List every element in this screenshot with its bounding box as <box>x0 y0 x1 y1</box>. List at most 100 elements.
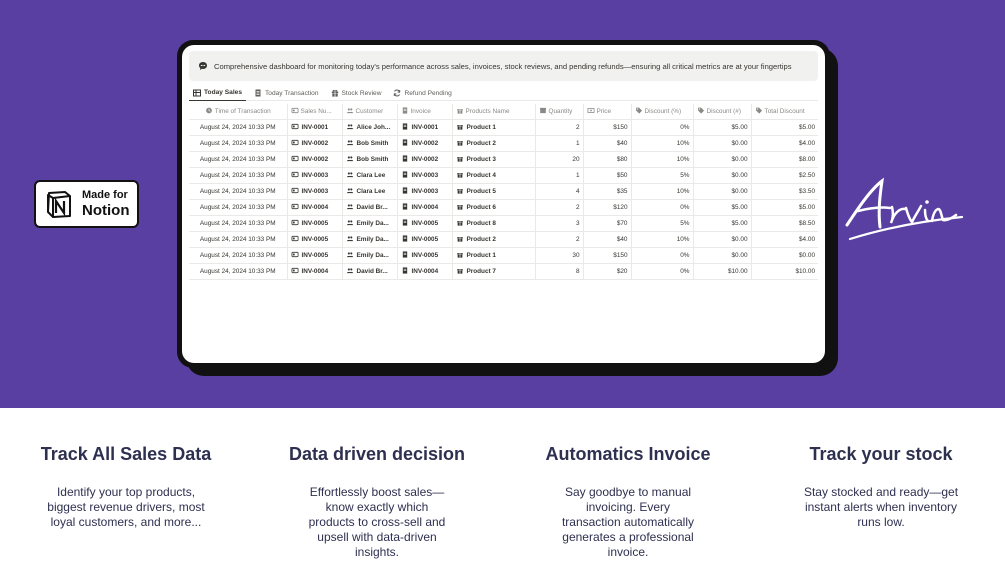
cell-total-discount[interactable]: $2.50 <box>751 167 818 184</box>
cell-product[interactable]: Product 4 <box>452 167 536 184</box>
cell-sales-number[interactable]: INV-0005 <box>287 247 343 264</box>
cell-quantity[interactable]: 2 <box>535 119 584 136</box>
cell-invoice[interactable]: INV-0004 <box>397 199 453 216</box>
cell-invoice[interactable]: INV-0001 <box>397 119 453 136</box>
cell-sales-number[interactable]: INV-0003 <box>287 167 343 184</box>
cell-price[interactable]: $80 <box>583 151 632 168</box>
cell-discount-amount[interactable]: $0.00 <box>693 231 752 248</box>
cell-customer[interactable]: Bob Smith <box>342 151 398 168</box>
tab-today-transaction[interactable]: Today Transaction <box>250 85 323 101</box>
cell-price[interactable]: $35 <box>583 183 632 200</box>
cell-discount-percent[interactable]: 0% <box>631 247 694 264</box>
cell-invoice[interactable]: INV-0003 <box>397 183 453 200</box>
cell-discount-percent[interactable]: 10% <box>631 183 694 200</box>
cell-total-discount[interactable]: $5.00 <box>751 199 818 216</box>
cell-sales-number[interactable]: INV-0005 <box>287 231 343 248</box>
cell-time[interactable]: August 24, 2024 10:33 PM <box>189 231 288 248</box>
cell-quantity[interactable]: 30 <box>535 247 584 264</box>
cell-total-discount[interactable]: $5.00 <box>751 119 818 136</box>
cell-customer[interactable]: David Br... <box>342 199 398 216</box>
table-row[interactable]: August 24, 2024 10:33 PM INV-0002 Bob Smit… <box>189 135 818 152</box>
cell-time[interactable]: August 24, 2024 10:33 PM <box>189 247 288 264</box>
cell-customer[interactable]: Bob Smith <box>342 135 398 152</box>
col-quantity-header[interactable]: Quantity <box>535 104 584 120</box>
cell-sales-number[interactable]: INV-0001 <box>287 119 343 136</box>
col-products-header[interactable]: Products Name <box>452 104 536 120</box>
cell-discount-amount[interactable]: $10.00 <box>693 263 752 280</box>
col-discount-amount-header[interactable]: Discount (#) <box>693 104 752 120</box>
col-invoice-header[interactable]: Invoice <box>397 104 453 120</box>
col-price-header[interactable]: Price <box>583 104 632 120</box>
cell-total-discount[interactable]: $0.00 <box>751 247 818 264</box>
cell-total-discount[interactable]: $8.50 <box>751 215 818 232</box>
cell-time[interactable]: August 24, 2024 10:33 PM <box>189 263 288 280</box>
table-row[interactable]: August 24, 2024 10:33 PM INV-0004 David Br… <box>189 199 818 216</box>
cell-quantity[interactable]: 2 <box>535 199 584 216</box>
cell-discount-percent[interactable]: 5% <box>631 167 694 184</box>
cell-customer[interactable]: Clara Lee <box>342 167 398 184</box>
cell-customer[interactable]: Emily Da... <box>342 231 398 248</box>
cell-product[interactable]: Product 8 <box>452 215 536 232</box>
cell-customer[interactable]: Clara Lee <box>342 183 398 200</box>
cell-discount-percent[interactable]: 0% <box>631 263 694 280</box>
cell-sales-number[interactable]: INV-0004 <box>287 199 343 216</box>
cell-price[interactable]: $50 <box>583 167 632 184</box>
cell-quantity[interactable]: 20 <box>535 151 584 168</box>
cell-product[interactable]: Product 2 <box>452 231 536 248</box>
cell-quantity[interactable]: 3 <box>535 215 584 232</box>
col-total-discount-header[interactable]: Total Discount <box>751 104 818 120</box>
cell-time[interactable]: August 24, 2024 10:33 PM <box>189 183 288 200</box>
table-row[interactable]: August 24, 2024 10:33 PM INV-0003 Clara Le… <box>189 167 818 184</box>
table-row[interactable]: August 24, 2024 10:33 PM INV-0003 Clara Le… <box>189 183 818 200</box>
cell-sales-number[interactable]: INV-0002 <box>287 135 343 152</box>
cell-invoice[interactable]: INV-0005 <box>397 231 453 248</box>
tab-stock-review[interactable]: Stock Review <box>327 85 386 101</box>
cell-time[interactable]: August 24, 2024 10:33 PM <box>189 215 288 232</box>
cell-discount-amount[interactable]: $0.00 <box>693 247 752 264</box>
cell-total-discount[interactable]: $8.00 <box>751 151 818 168</box>
cell-time[interactable]: August 24, 2024 10:33 PM <box>189 167 288 184</box>
cell-product[interactable]: Product 2 <box>452 135 536 152</box>
table-row[interactable]: August 24, 2024 10:33 PM INV-0002 Bob Smit… <box>189 151 818 168</box>
cell-discount-amount[interactable]: $0.00 <box>693 151 752 168</box>
cell-invoice[interactable]: INV-0004 <box>397 263 453 280</box>
cell-discount-percent[interactable]: 0% <box>631 119 694 136</box>
cell-invoice[interactable]: INV-0002 <box>397 151 453 168</box>
cell-invoice[interactable]: INV-0005 <box>397 215 453 232</box>
tab-refund-pending[interactable]: Refund Pending <box>389 85 455 101</box>
cell-price[interactable]: $40 <box>583 231 632 248</box>
cell-discount-amount[interactable]: $0.00 <box>693 183 752 200</box>
cell-quantity[interactable]: 4 <box>535 183 584 200</box>
cell-discount-percent[interactable]: 0% <box>631 199 694 216</box>
cell-price[interactable]: $120 <box>583 199 632 216</box>
cell-product[interactable]: Product 5 <box>452 183 536 200</box>
cell-sales-number[interactable]: INV-0003 <box>287 183 343 200</box>
cell-total-discount[interactable]: $4.00 <box>751 135 818 152</box>
cell-customer[interactable]: Alice Joh... <box>342 119 398 136</box>
cell-discount-amount[interactable]: $5.00 <box>693 119 752 136</box>
col-customer-header[interactable]: Customer <box>342 104 398 120</box>
table-row[interactable]: August 24, 2024 10:33 PM INV-0005 Emily Da… <box>189 231 818 248</box>
cell-discount-amount[interactable]: $0.00 <box>693 167 752 184</box>
cell-sales-number[interactable]: INV-0004 <box>287 263 343 280</box>
cell-price[interactable]: $20 <box>583 263 632 280</box>
cell-customer[interactable]: Emily Da... <box>342 247 398 264</box>
table-row[interactable]: August 24, 2024 10:33 PM INV-0005 Emily Da… <box>189 247 818 264</box>
cell-price[interactable]: $40 <box>583 135 632 152</box>
cell-discount-amount[interactable]: $0.00 <box>693 135 752 152</box>
cell-quantity[interactable]: 1 <box>535 167 584 184</box>
cell-product[interactable]: Product 1 <box>452 247 536 264</box>
cell-discount-percent[interactable]: 10% <box>631 135 694 152</box>
cell-customer[interactable]: David Br... <box>342 263 398 280</box>
cell-product[interactable]: Product 7 <box>452 263 536 280</box>
cell-quantity[interactable]: 2 <box>535 231 584 248</box>
tab-today-sales[interactable]: Today Sales <box>189 85 246 101</box>
table-row[interactable]: August 24, 2024 10:33 PM INV-0004 David Br… <box>189 263 818 280</box>
cell-discount-percent[interactable]: 10% <box>631 231 694 248</box>
cell-time[interactable]: August 24, 2024 10:33 PM <box>189 199 288 216</box>
cell-total-discount[interactable]: $10.00 <box>751 263 818 280</box>
col-time-header[interactable]: Time of Transaction <box>189 104 288 120</box>
cell-product[interactable]: Product 3 <box>452 151 536 168</box>
cell-product[interactable]: Product 6 <box>452 199 536 216</box>
col-discount-percent-header[interactable]: Discount (%) <box>631 104 694 120</box>
